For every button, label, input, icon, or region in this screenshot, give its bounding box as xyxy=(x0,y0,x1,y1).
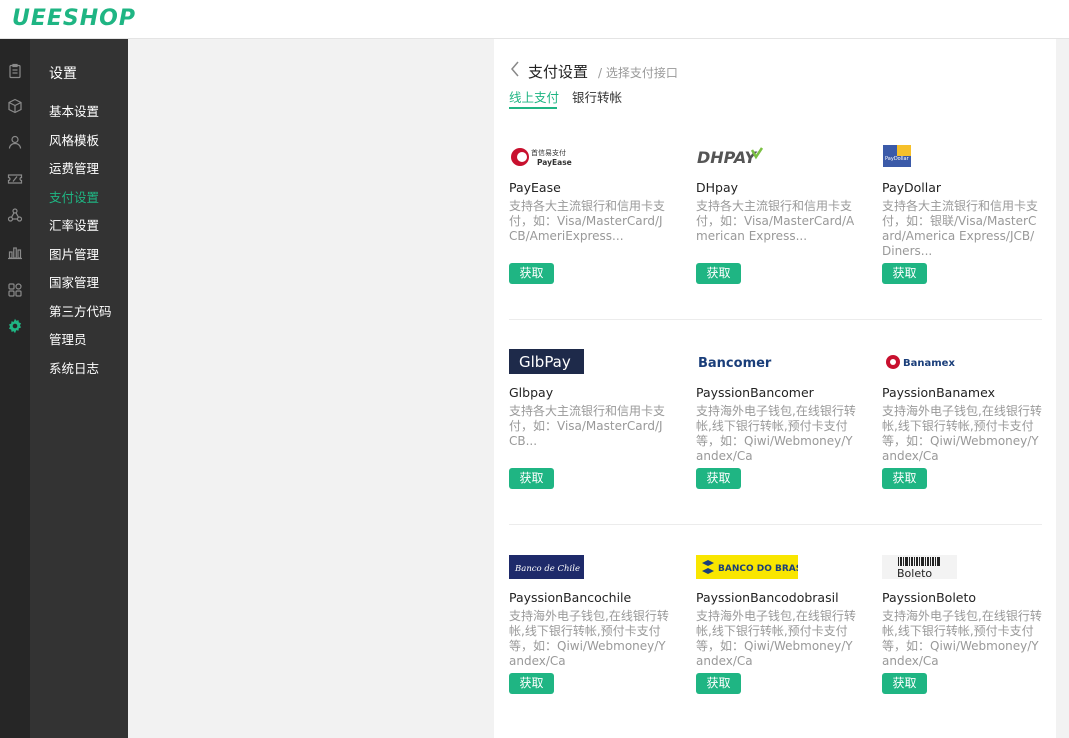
svg-text:PayDollar: PayDollar xyxy=(885,156,910,162)
get-button[interactable]: 获取 xyxy=(509,263,554,284)
icon-rail xyxy=(0,39,30,738)
get-button[interactable]: 获取 xyxy=(696,263,741,284)
payment-name: DHpay xyxy=(696,180,739,195)
get-button[interactable]: 获取 xyxy=(509,673,554,694)
payment-name: PayssionBancochile xyxy=(509,590,632,605)
boleto-logo: Boleto xyxy=(882,554,1042,580)
banco-do-brasil-logo: BANCO DO BRASIL xyxy=(696,554,856,580)
payment-name: Glbpay xyxy=(509,385,554,400)
payment-description: 支持各大主流银行和信用卡支付，如：Visa/MasterCard/JCB... xyxy=(509,404,666,448)
menu-item-payment[interactable]: 支付设置 xyxy=(49,187,99,206)
top-bar: UEESHOP xyxy=(0,0,1069,39)
paydollar-logo: PayDollar xyxy=(882,144,1042,170)
menu-item-images[interactable]: 图片管理 xyxy=(49,244,99,263)
menu-item-shipping[interactable]: 运费管理 xyxy=(49,158,99,177)
payment-name: PayDollar xyxy=(882,180,942,195)
payment-description: 支持海外电子钱包,在线银行转帐,线下银行转帐,预付卡支付等，如：Qiwi/Web… xyxy=(509,609,669,668)
payment-card: PayDollar PayDollar 支持各大主流银行和信用卡支付，如：银联/… xyxy=(882,144,1042,284)
tab-online-payment[interactable]: 线上支付 xyxy=(509,87,559,106)
menu-title: 设置 xyxy=(49,66,77,82)
svg-text:DHPAY: DHPAY xyxy=(697,148,757,167)
payment-card: 首信易支付 PayEase PayEase 支持各大主流银行和信用卡支付，如：V… xyxy=(509,144,669,284)
nodes-icon[interactable] xyxy=(0,201,30,229)
get-button[interactable]: 获取 xyxy=(882,673,927,694)
payease-logo: 首信易支付 PayEase xyxy=(509,144,669,170)
get-button[interactable]: 获取 xyxy=(696,468,741,489)
payment-name: PayssionBoleto xyxy=(882,590,977,605)
gear-icon[interactable] xyxy=(0,312,30,340)
menu-item-third-party-code[interactable]: 第三方代码 xyxy=(49,301,112,320)
payment-description: 支持海外电子钱包,在线银行转帐,线下银行转帐,预付卡支付等，如：Qiwi/Web… xyxy=(696,404,856,463)
bancomer-logo: Bancomer xyxy=(696,349,856,375)
payment-panel: 支付设置 / 选择支付接口 线上支付 银行转帐 首信易支付 PayEase Pa… xyxy=(494,39,1056,738)
menu-item-countries[interactable]: 国家管理 xyxy=(49,272,99,291)
payment-card: Banamex PayssionBanamex 支持海外电子钱包,在线银行转帐,… xyxy=(882,349,1042,489)
row-divider xyxy=(509,524,1042,525)
page-subtitle: / 选择支付接口 xyxy=(598,66,678,80)
active-tab-indicator xyxy=(509,107,557,109)
menu-item-theme[interactable]: 风格模板 xyxy=(49,130,99,149)
payment-description: 支持海外电子钱包,在线银行转帐,线下银行转帐,预付卡支付等，如：Qiwi/Web… xyxy=(882,404,1042,463)
settings-menu: 设置 基本设置 风格模板 运费管理 支付设置 汇率设置 图片管理 国家管理 第三… xyxy=(30,39,128,738)
menu-item-exchange-rate[interactable]: 汇率设置 xyxy=(49,215,99,234)
payment-description: 支持各大主流银行和信用卡支付，如：银联/Visa/MasterCard/Amer… xyxy=(882,199,1039,258)
payment-card: BANCO DO BRASIL PayssionBancodobrasil 支持… xyxy=(696,554,856,694)
ticket-icon[interactable] xyxy=(0,165,30,193)
user-icon[interactable] xyxy=(0,128,30,156)
app-logo[interactable]: UEESHOP xyxy=(12,6,136,31)
svg-text:PayEase: PayEase xyxy=(537,158,572,167)
svg-text:Banamex: Banamex xyxy=(903,358,955,369)
payment-card: GlbPay Glbpay 支持各大主流银行和信用卡支付，如：Visa/Mast… xyxy=(509,349,669,489)
bar-chart-icon[interactable] xyxy=(0,238,30,266)
apps-icon[interactable] xyxy=(0,276,30,304)
get-button[interactable]: 获取 xyxy=(882,468,927,489)
payment-card: Banco de Chile PayssionBancochile 支持海外电子… xyxy=(509,554,669,694)
dhpay-logo: DHPAY xyxy=(696,144,856,170)
payment-description: 支持各大主流银行和信用卡支付，如：Visa/MasterCard/JCB/Ame… xyxy=(509,199,666,243)
glbpay-logo: GlbPay xyxy=(509,349,669,375)
payment-name: PayEase xyxy=(509,180,561,195)
get-button[interactable]: 获取 xyxy=(696,673,741,694)
payment-card: DHPAY DHpay 支持各大主流银行和信用卡支付，如：Visa/Master… xyxy=(696,144,856,284)
banamex-logo: Banamex xyxy=(882,349,1042,375)
menu-item-system-log[interactable]: 系统日志 xyxy=(49,358,99,377)
page-title: 支付设置 xyxy=(528,63,589,81)
payment-card: Boleto PayssionBoleto 支持海外电子钱包,在线银行转帐,线下… xyxy=(882,554,1042,694)
tab-bank-transfer[interactable]: 银行转帐 xyxy=(572,87,622,106)
payment-description: 支持海外电子钱包,在线银行转帐,线下银行转帐,预付卡支付等，如：Qiwi/Web… xyxy=(882,609,1042,668)
chevron-left-icon[interactable] xyxy=(509,60,521,78)
row-divider xyxy=(509,319,1042,320)
payment-name: PayssionBancomer xyxy=(696,385,814,400)
payment-description: 支持海外电子钱包,在线银行转帐,线下银行转帐,预付卡支付等，如：Qiwi/Web… xyxy=(696,609,856,668)
menu-item-admins[interactable]: 管理员 xyxy=(49,329,87,348)
payment-name: PayssionBanamex xyxy=(882,385,995,400)
payment-description: 支持各大主流银行和信用卡支付，如：Visa/MasterCard/America… xyxy=(696,199,855,243)
get-button[interactable]: 获取 xyxy=(882,263,927,284)
svg-text:BANCO DO BRASIL: BANCO DO BRASIL xyxy=(718,564,798,574)
svg-text:Banco de Chile: Banco de Chile xyxy=(514,564,580,574)
svg-text:首信易支付: 首信易支付 xyxy=(531,148,566,157)
payment-name: PayssionBancodobrasil xyxy=(696,590,839,605)
payment-card: Bancomer PayssionBancomer 支持海外电子钱包,在线银行转… xyxy=(696,349,856,489)
banco-de-chile-logo: Banco de Chile xyxy=(509,554,669,580)
svg-text:Bancomer: Bancomer xyxy=(698,356,772,371)
clipboard-icon[interactable] xyxy=(0,57,30,85)
svg-text:GlbPay: GlbPay xyxy=(519,353,571,371)
svg-text:Boleto: Boleto xyxy=(897,567,932,580)
get-button[interactable]: 获取 xyxy=(509,468,554,489)
box-icon[interactable] xyxy=(0,92,30,120)
menu-item-basic[interactable]: 基本设置 xyxy=(49,101,99,120)
